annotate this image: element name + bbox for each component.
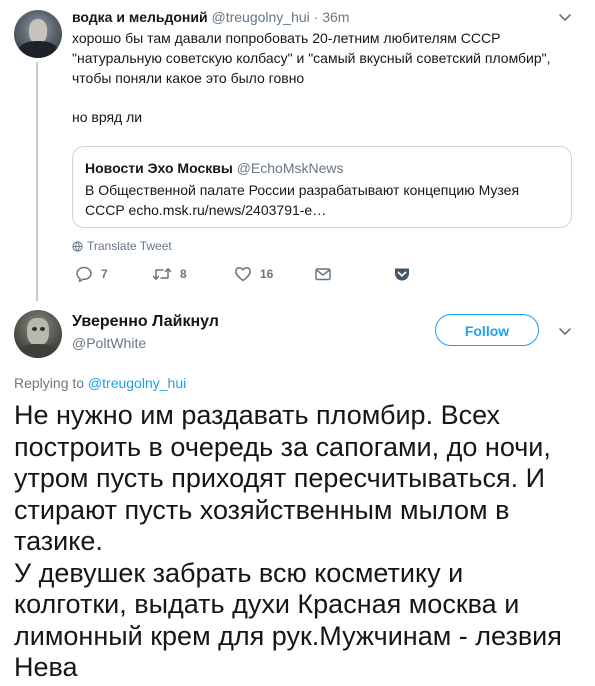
message-icon [314,265,332,283]
globe-icon [72,240,83,252]
retweet-button[interactable]: 8 [152,265,187,283]
reply-icon [75,265,93,283]
quoted-text-line: В Общественной палате России разрабатыва… [85,182,520,198]
reply-count: 7 [101,267,108,281]
like-button[interactable]: 16 [234,265,273,283]
translate-label: Translate Tweet [87,239,172,253]
retweet-icon [152,265,172,283]
caret-down-icon[interactable] [558,10,572,24]
quoted-author-handle: @EchoMskNews [236,160,344,176]
avatar-shoulders [18,41,58,58]
time-separator: · [313,9,319,25]
avatar-face [29,19,47,43]
reply-author-name[interactable]: Уверенно Лайкнул [72,312,219,332]
tweet-timestamp[interactable]: 36m [322,9,349,25]
follow-button[interactable]: Follow [435,314,539,346]
thread-connector-line [36,62,38,301]
reply-text-line: колготки, выдать духи Красная москва и [14,589,520,619]
author-handle[interactable]: @treugolny_hui [212,9,310,25]
avatar-shoulders [17,344,59,358]
pocket-button[interactable] [393,265,411,283]
reply-author-handle[interactable]: @PoltWhite [72,334,146,352]
reply-text-line: У девушек забрать всю косметику и [14,557,464,588]
reply-text-line: лимонный крем для рук.Мужчинам - лезвия [14,620,562,651]
avatar[interactable] [14,310,62,358]
replying-to-line: Replying to @treugolny_hui [14,374,186,392]
quoted-tweet-card[interactable]: Новости Эхо Москвы @EchoMskNews В Общест… [72,146,572,228]
like-count: 16 [260,267,274,281]
avatar[interactable] [14,10,62,58]
quoted-tweet-text: В Общественной палате России разрабатыва… [85,180,555,220]
reply-text-line: Нева [14,652,78,682]
avatar-eye [40,327,45,331]
avatar-face [27,318,49,346]
replying-to-prefix: Replying to [14,375,85,391]
reply-tweet-text: Не нужно им раздавать пломбир. Всех пост… [14,400,592,684]
replying-to-handle-link[interactable]: @treugolny_hui [88,375,186,391]
tweet-text-line: "натуральную советскую колбасу" и "самый… [72,50,551,66]
reply-text-line: стирают пусть хозяйственным мылом в [14,494,510,525]
tweet-header: водка и мельдоний @treugolny_hui · 36m [72,8,349,26]
quoted-text-line: СССР echo.msk.ru/news/2403791-e… [85,202,327,218]
reply-text-line: утром пусть приходят пересчитываться. И [14,463,546,493]
translate-tweet-link[interactable]: Translate Tweet [72,238,172,254]
avatar-eye [32,327,37,331]
tweet-text-line: хорошо бы там давали попробовать 20-летн… [72,30,501,46]
tweet-text: хорошо бы там давали попробовать 20-летн… [72,28,562,88]
like-icon [234,265,252,283]
tweet-text-extra: но вряд ли [72,109,143,125]
pocket-icon [393,265,411,283]
author-name[interactable]: водка и мельдоний [72,9,208,25]
quoted-author-name: Новости Эхо Москвы [85,160,233,176]
retweet-count: 8 [180,267,187,281]
reply-text-line: построить в очередь за сапогами, до ночи… [14,431,551,462]
caret-down-icon[interactable] [558,324,572,338]
reply-text-line: Не нужно им раздавать пломбир. Всех [14,400,500,430]
tweet-text-line: чтобы поняли какое это было говно [72,70,305,86]
reply-button[interactable]: 7 [75,265,108,283]
tweet-actions: 7 8 16 [72,265,432,285]
reply-text-line: тазике. [14,526,103,556]
direct-message-button[interactable] [314,265,332,283]
quoted-tweet-header: Новости Эхо Москвы @EchoMskNews [85,159,344,177]
